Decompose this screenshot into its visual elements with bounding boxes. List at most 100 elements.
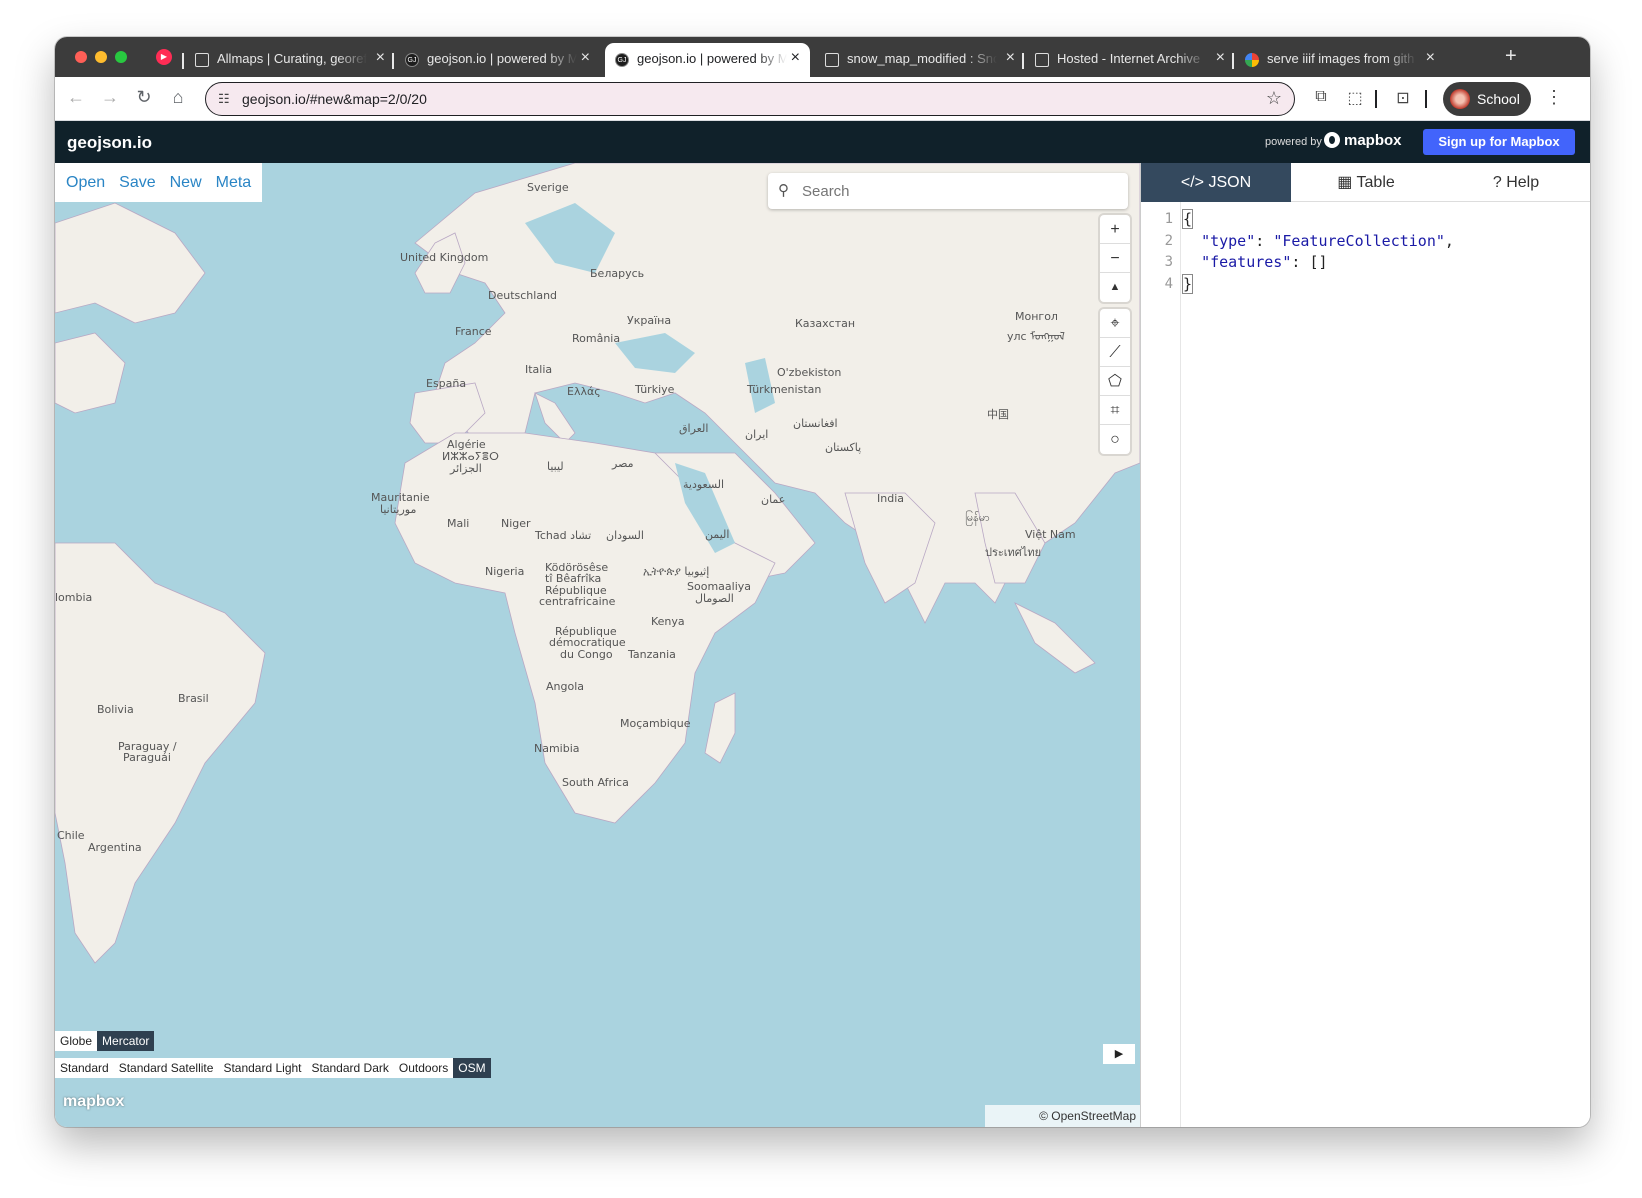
menu-new[interactable]: New	[163, 163, 209, 192]
menu-meta[interactable]: Meta	[209, 163, 259, 192]
style-standard-satellite[interactable]: Standard Satellite	[114, 1058, 219, 1078]
map-label: centrafricaine	[539, 595, 616, 608]
map-label: Paraguái	[123, 751, 171, 764]
draw-circle-icon[interactable]: ○	[1100, 425, 1130, 454]
tab-title: serve iiif images from gith	[1267, 51, 1415, 66]
app-brand[interactable]: geojson.io	[67, 133, 152, 153]
code-line[interactable]: "type": "FeatureCollection",	[1183, 232, 1454, 250]
line-gutter: 1 2 3 4	[1141, 202, 1181, 1127]
map-canvas[interactable]: Sverige United Kingdom Беларусь Deutschl…	[55, 163, 1140, 1127]
translate-icon[interactable]: ⧉	[1311, 88, 1331, 106]
tab-json-label: JSON	[1208, 174, 1252, 191]
site-info-icon[interactable]: ☷	[218, 91, 230, 107]
map-label: Nigeria	[485, 565, 525, 578]
table-icon: ▦	[1337, 174, 1353, 191]
projection-globe[interactable]: Globe	[55, 1031, 97, 1051]
style-standard[interactable]: Standard	[55, 1058, 114, 1078]
extensions-icon[interactable]: ⬚	[1345, 88, 1365, 108]
tab-strip: ▶ Allmaps | Curating, georef × GJ geojso…	[55, 37, 1590, 77]
tab-help-label: Help	[1506, 174, 1540, 191]
map-label: Türkiye	[635, 383, 675, 396]
address-bar[interactable]: ☷ geojson.io/#new&map=2/0/20 ☆	[205, 82, 1295, 116]
style-standard-dark[interactable]: Standard Dark	[307, 1058, 394, 1078]
search-icon: ⚲	[778, 182, 789, 199]
draw-point-icon[interactable]: ⌖	[1100, 309, 1130, 338]
help-icon: ?	[1492, 174, 1502, 191]
line-number: 4	[1164, 276, 1173, 292]
allmaps-icon	[195, 53, 209, 67]
browser-tab[interactable]: snow_map_modified : Sno ×	[815, 43, 1025, 77]
reload-icon[interactable]: ↻	[133, 87, 155, 108]
new-tab-icon[interactable]: +	[1505, 45, 1517, 68]
mapbox-logo-text: mapbox	[1344, 132, 1402, 149]
close-tab-icon[interactable]: ×	[581, 49, 590, 67]
menu-open[interactable]: Open	[59, 163, 112, 192]
zoom-in-icon[interactable]: +	[1100, 215, 1130, 244]
tab-title: Hosted - Internet Archive	[1057, 51, 1201, 66]
map-label: موريتانيا	[380, 503, 417, 516]
close-tab-icon[interactable]: ×	[1426, 49, 1435, 67]
close-tab-icon[interactable]: ×	[1006, 49, 1015, 67]
forward-icon[interactable]: →	[99, 87, 121, 108]
close-tab-icon[interactable]: ×	[376, 49, 385, 67]
compass-icon[interactable]: ▲	[1100, 273, 1130, 302]
mapbox-watermark[interactable]: mapbox	[63, 1093, 124, 1111]
toolbar-separator	[1425, 90, 1427, 108]
menu-save[interactable]: Save	[112, 163, 162, 192]
draw-polygon-icon[interactable]: ⬠	[1100, 367, 1130, 396]
projection-mercator[interactable]: Mercator	[97, 1031, 155, 1051]
minimize-window-button[interactable]	[95, 51, 107, 63]
maximize-window-button[interactable]	[115, 51, 127, 63]
browser-tab[interactable]: Hosted - Internet Archive ×	[1022, 43, 1235, 77]
home-icon[interactable]: ⌂	[167, 87, 189, 108]
browser-tab[interactable]: Allmaps | Curating, georef ×	[182, 43, 395, 77]
style-switcher: Standard Standard Satellite Standard Light…	[55, 1058, 491, 1078]
code-line[interactable]: "features": []	[1183, 253, 1327, 271]
code-line[interactable]: }	[1181, 274, 1194, 294]
more-menu-icon[interactable]: ⋮	[1545, 87, 1563, 108]
map-label: Deutschland	[488, 289, 558, 302]
map-label: India	[877, 492, 904, 505]
close-tab-icon[interactable]: ×	[1216, 49, 1225, 67]
browser-tab[interactable]: serve iiif images from gith ×	[1232, 43, 1445, 77]
bookmark-star-icon[interactable]: ☆	[1266, 88, 1282, 109]
browser-tab-active[interactable]: GJ geojson.io | powered by M ×	[605, 43, 810, 77]
code-line[interactable]: {	[1181, 209, 1194, 229]
url-text[interactable]: geojson.io/#new&map=2/0/20	[242, 91, 427, 107]
tab-separator	[392, 53, 394, 69]
map-label: مصر	[612, 457, 634, 470]
profile-button[interactable]: School	[1443, 82, 1531, 116]
map-label: Angola	[546, 680, 585, 693]
style-outdoors[interactable]: Outdoors	[394, 1058, 453, 1078]
tab-json[interactable]: </> JSON	[1141, 163, 1291, 202]
back-icon[interactable]: ←	[65, 87, 87, 108]
close-window-button[interactable]	[75, 51, 87, 63]
map-label: Bolivia	[97, 703, 134, 716]
google-icon	[1245, 53, 1259, 67]
draw-line-icon[interactable]: ⟋	[1100, 338, 1130, 367]
map-label: Argentina	[88, 841, 142, 854]
search-input[interactable]	[802, 179, 1102, 203]
close-tab-icon[interactable]: ×	[791, 49, 800, 67]
youtube-music-icon[interactable]: ▶	[156, 49, 172, 65]
browser-tab[interactable]: GJ geojson.io | powered by M ×	[392, 43, 600, 77]
collapse-panel-icon[interactable]: ▶	[1103, 1044, 1135, 1064]
tab-search-icon[interactable]: ⊡	[1393, 88, 1413, 108]
style-osm[interactable]: OSM	[453, 1058, 491, 1078]
map-label: South Africa	[562, 776, 629, 789]
style-standard-light[interactable]: Standard Light	[218, 1058, 306, 1078]
tab-title: geojson.io | powered by M	[637, 51, 787, 66]
map-label: Namibia	[534, 742, 580, 755]
tab-table[interactable]: ▦ Table	[1291, 163, 1441, 202]
tab-help[interactable]: ? Help	[1441, 163, 1590, 202]
map-label: улс ᠮᠣᠩᠭᠣᠯ	[1007, 330, 1065, 343]
browser-toolbar: ← → ↻ ⌂ ☷ geojson.io/#new&map=2/0/20 ☆ ⧉…	[55, 77, 1590, 121]
map-label: lombia	[55, 591, 93, 604]
signup-button[interactable]: Sign up for Mapbox	[1423, 129, 1575, 155]
geojson-icon: GJ	[615, 53, 629, 67]
zoom-out-icon[interactable]: −	[1100, 244, 1130, 273]
map-attribution[interactable]: © OpenStreetMap	[985, 1105, 1140, 1127]
map-label: پاکستان	[825, 441, 862, 454]
mapbox-logo[interactable]: mapbox	[1324, 132, 1402, 149]
draw-rectangle-icon[interactable]: ⌗	[1100, 396, 1130, 425]
